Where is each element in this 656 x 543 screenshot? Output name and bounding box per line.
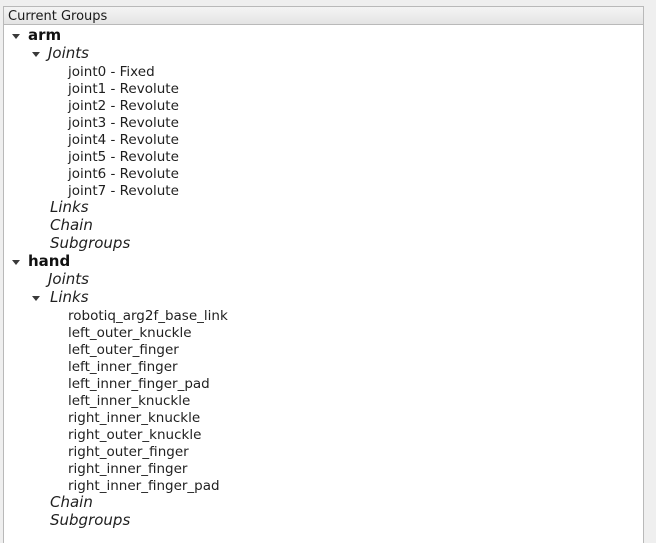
tree-item-link[interactable]: left_outer_knuckle [68, 324, 192, 342]
tree-item-link[interactable]: robotiq_arg2f_base_link [68, 307, 228, 325]
tree-item-link[interactable]: right_outer_finger [68, 443, 189, 461]
tree-item-link[interactable]: right_inner_knuckle [68, 409, 200, 427]
tree-item-joint[interactable]: joint0 - Fixed [68, 63, 155, 81]
expand-arrow-icon[interactable] [12, 260, 20, 265]
tree-item-group-hand[interactable]: hand [28, 252, 70, 270]
tree-item-joint[interactable]: joint4 - Revolute [68, 131, 179, 149]
tree-item-link[interactable]: left_inner_finger_pad [68, 375, 210, 393]
tree-item-link[interactable]: right_outer_knuckle [68, 426, 201, 444]
tree-item-arm-joints[interactable]: Joints [48, 44, 89, 62]
tree-item-hand-chain[interactable]: Chain [50, 493, 93, 511]
tree-item-link[interactable]: right_inner_finger [68, 460, 187, 478]
current-groups-panel: Current Groups arm Joints joint0 - Fixed… [0, 0, 656, 543]
tree-item-arm-subgroups[interactable]: Subgroups [50, 234, 130, 252]
groups-tree[interactable]: arm Joints joint0 - Fixed joint1 - Revol… [3, 25, 644, 543]
expand-arrow-icon[interactable] [32, 296, 40, 301]
tree-item-joint[interactable]: joint5 - Revolute [68, 148, 179, 166]
tree-item-link[interactable]: left_outer_finger [68, 341, 179, 359]
expand-arrow-icon[interactable] [12, 34, 20, 39]
tree-item-link[interactable]: left_inner_finger [68, 358, 178, 376]
column-header-label: Current Groups [8, 9, 108, 24]
tree-item-joint[interactable]: joint2 - Revolute [68, 97, 179, 115]
tree-item-group-arm[interactable]: arm [28, 26, 61, 44]
tree-item-arm-links[interactable]: Links [50, 198, 89, 216]
tree-item-hand-subgroups[interactable]: Subgroups [50, 511, 130, 529]
tree-item-joint[interactable]: joint6 - Revolute [68, 165, 179, 183]
tree-item-link[interactable]: left_inner_knuckle [68, 392, 190, 410]
tree-item-joint[interactable]: joint1 - Revolute [68, 80, 179, 98]
tree-column-header[interactable]: Current Groups [3, 6, 644, 25]
tree-item-arm-chain[interactable]: Chain [50, 216, 93, 234]
expand-arrow-icon[interactable] [32, 52, 40, 57]
tree-item-hand-joints[interactable]: Joints [48, 270, 89, 288]
tree-item-hand-links[interactable]: Links [50, 288, 89, 306]
tree-item-joint[interactable]: joint3 - Revolute [68, 114, 179, 132]
